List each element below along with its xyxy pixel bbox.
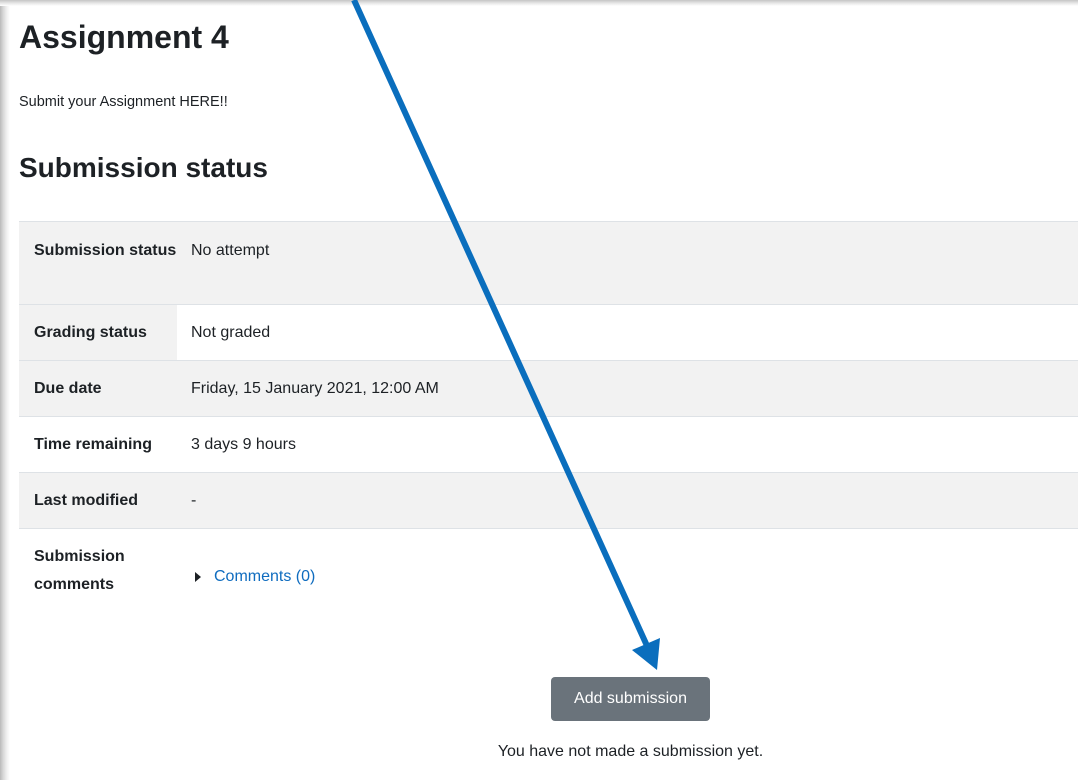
table-row: Submission comments Comments (0) xyxy=(19,528,1078,613)
table-row: Submission status No attempt xyxy=(19,221,1078,305)
add-submission-button[interactable]: Add submission xyxy=(551,677,710,721)
row-label-time-remaining: Time remaining xyxy=(19,416,177,473)
table-row: Due date Friday, 15 January 2021, 12:00 … xyxy=(19,360,1078,417)
row-value-grading-status: Not graded xyxy=(177,304,1078,361)
row-value-due-date: Friday, 15 January 2021, 12:00 AM xyxy=(177,360,1078,417)
row-value-submission-comments: Comments (0) xyxy=(177,528,1078,613)
caret-right-icon xyxy=(195,572,201,582)
row-value-last-modified: - xyxy=(177,472,1078,529)
row-label-due-date: Due date xyxy=(19,360,177,417)
row-label-last-modified: Last modified xyxy=(19,472,177,529)
row-value-submission-status: No attempt xyxy=(177,221,1078,305)
table-row: Grading status Not graded xyxy=(19,304,1078,361)
page-title: Assignment 4 xyxy=(19,19,229,55)
page-left-shadow xyxy=(0,0,10,780)
submission-status-heading: Submission status xyxy=(19,152,268,183)
no-submission-message: You have not made a submission yet. xyxy=(497,743,764,760)
table-row: Last modified - xyxy=(19,472,1078,529)
comments-link-label: Comments (0) xyxy=(214,568,316,585)
assignment-page: Assignment 4 Submit your Assignment HERE… xyxy=(19,0,1078,780)
comments-toggle-link[interactable]: Comments (0) xyxy=(191,563,315,591)
table-row: Time remaining 3 days 9 hours xyxy=(19,416,1078,473)
row-value-time-remaining: 3 days 9 hours xyxy=(177,416,1078,473)
row-label-submission-status: Submission status xyxy=(19,221,177,305)
submission-status-table: Submission status No attempt Grading sta… xyxy=(19,221,1078,613)
row-label-submission-comments: Submission comments xyxy=(19,528,177,613)
row-label-grading-status: Grading status xyxy=(19,304,177,361)
assignment-intro: Submit your Assignment HERE!! xyxy=(19,94,228,110)
